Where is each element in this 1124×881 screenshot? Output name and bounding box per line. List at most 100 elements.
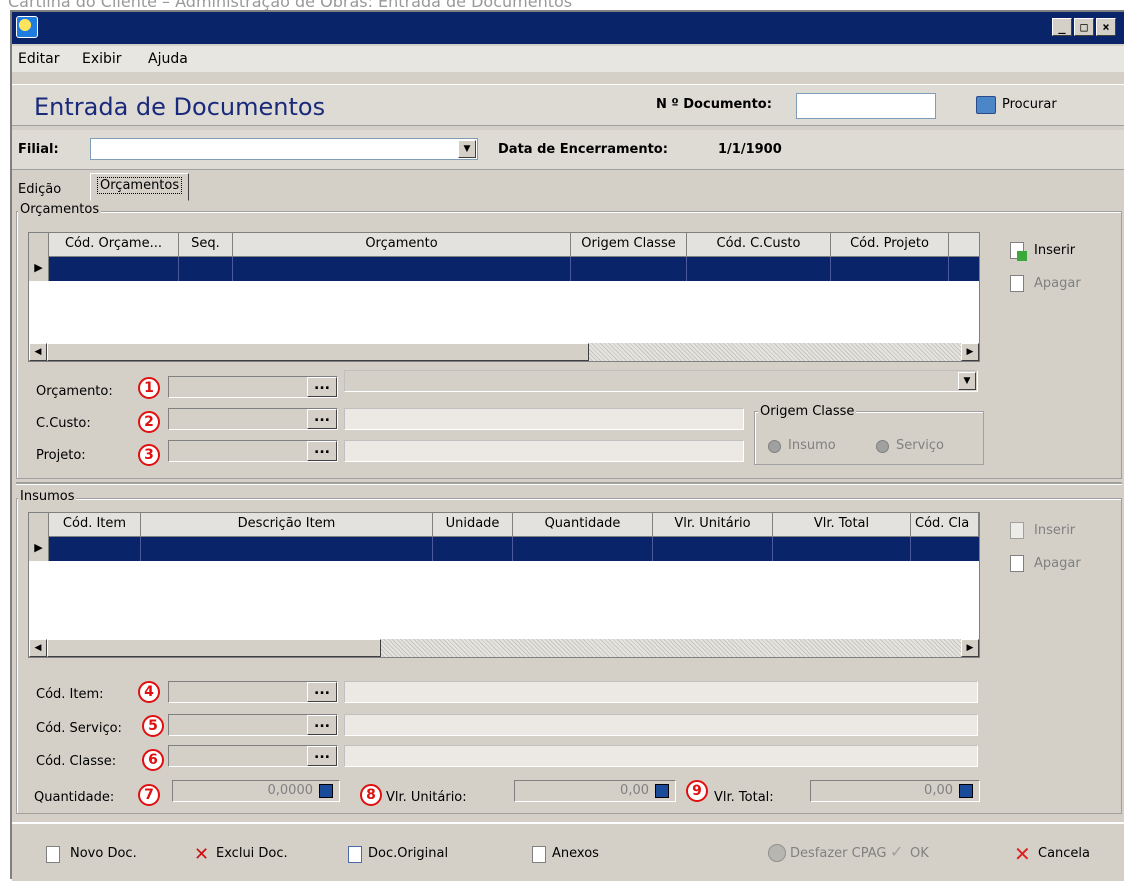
horizontal-scrollbar[interactable]: ◀ ▶	[29, 343, 979, 361]
table-cell[interactable]	[49, 537, 141, 561]
radio-servico[interactable]	[876, 440, 889, 453]
menu-ajuda[interactable]: Ajuda	[148, 51, 188, 67]
projeto-code-field[interactable]: ...	[168, 440, 338, 462]
radio-insumo[interactable]	[768, 440, 781, 453]
tab-orcamentos[interactable]: Orçamentos	[90, 173, 190, 201]
tab-edicao[interactable]: Edição	[12, 180, 67, 202]
table-cell[interactable]	[571, 257, 687, 281]
insumos-insert-button[interactable]: Inserir	[1034, 523, 1075, 538]
scroll-thumb[interactable]	[47, 343, 589, 361]
novo-doc-button[interactable]: Novo Doc.	[70, 846, 137, 861]
orcamentos-insert-button[interactable]: Inserir	[1034, 243, 1075, 258]
insumos-grid-header: Cód. Item Descrição Item Unidade Quantid…	[29, 513, 979, 537]
vlr-unitario-value: 0,00	[620, 783, 649, 798]
table-cell[interactable]	[773, 537, 911, 561]
lookup-button[interactable]: ...	[307, 409, 337, 429]
insumos-delete-button[interactable]: Apagar	[1034, 556, 1081, 571]
scroll-right-icon[interactable]: ▶	[961, 343, 979, 361]
orcamentos-grid[interactable]: Cód. Orçame... Seq. Orçamento Origem Cla…	[28, 232, 980, 362]
cancela-button[interactable]: Cancela	[1038, 846, 1090, 861]
lookup-button[interactable]: ...	[307, 377, 337, 397]
table-cell[interactable]	[49, 257, 179, 281]
anexos-button[interactable]: Anexos	[552, 846, 599, 861]
search-icon	[976, 96, 996, 114]
table-cell[interactable]	[513, 537, 653, 561]
col-cod-ccusto[interactable]: Cód. C.Custo	[687, 233, 831, 257]
calculator-icon[interactable]	[655, 784, 669, 798]
cod-item-field[interactable]: ...	[168, 681, 338, 703]
orcamento-select[interactable]: ▼	[344, 370, 978, 392]
new-doc-icon	[46, 846, 60, 863]
close-button[interactable]: ×	[1096, 18, 1116, 36]
col-cod-classe[interactable]: Cód. Cla	[911, 513, 979, 537]
footer-toolbar: Novo Doc. ✕ Exclui Doc. Doc.Original Ane…	[12, 822, 1124, 881]
col-orcamento[interactable]: Orçamento	[233, 233, 571, 257]
col-vlr-unitario[interactable]: Vlr. Unitário	[653, 513, 773, 537]
splitter[interactable]	[16, 482, 1122, 485]
table-cell[interactable]	[831, 257, 949, 281]
exclui-doc-button[interactable]: Exclui Doc.	[216, 846, 288, 861]
col-cod-item[interactable]: Cód. Item	[49, 513, 141, 537]
callout-badge: 8	[360, 784, 382, 806]
col-seq[interactable]: Seq.	[179, 233, 233, 257]
calculator-icon[interactable]	[959, 784, 973, 798]
filial-select[interactable]: ▼	[90, 138, 478, 160]
table-cell[interactable]	[653, 537, 773, 561]
table-cell[interactable]	[141, 537, 433, 561]
vlr-unitario-field[interactable]: 0,00	[514, 780, 676, 802]
col-cod-orcamento[interactable]: Cód. Orçame...	[49, 233, 179, 257]
maximize-button[interactable]: □	[1074, 18, 1094, 36]
doc-number-label: N º Documento:	[656, 97, 772, 112]
menu-editar[interactable]: Editar	[18, 51, 59, 67]
menu-exibir[interactable]: Exibir	[82, 51, 122, 67]
scroll-left-icon[interactable]: ◀	[29, 639, 47, 657]
table-row[interactable]: ▶	[29, 257, 979, 281]
search-button[interactable]: Procurar	[1002, 97, 1057, 112]
delete-icon: ✕	[194, 844, 210, 865]
ccusto-code-field[interactable]: ...	[168, 408, 338, 430]
callout-badge: 9	[686, 780, 708, 802]
col-descricao-item[interactable]: Descrição Item	[141, 513, 433, 537]
page-title: Entrada de Documentos	[34, 93, 326, 121]
quantidade-field[interactable]: 0,0000	[172, 780, 340, 802]
lookup-button[interactable]: ...	[307, 441, 337, 461]
insumos-grid[interactable]: Cód. Item Descrição Item Unidade Quantid…	[28, 512, 980, 658]
desfazer-cpag-button[interactable]: Desfazer CPAG	[790, 846, 886, 861]
lookup-button[interactable]: ...	[307, 746, 337, 766]
col-cod-projeto[interactable]: Cód. Projeto	[831, 233, 949, 257]
orcamentos-delete-button[interactable]: Apagar	[1034, 276, 1081, 291]
closing-date-label: Data de Encerramento:	[498, 142, 668, 157]
table-cell[interactable]	[687, 257, 831, 281]
cod-classe-field[interactable]: ...	[168, 745, 338, 767]
delete-doc-icon	[1010, 555, 1024, 572]
cod-servico-field[interactable]: ...	[168, 714, 338, 736]
table-cell[interactable]	[179, 257, 233, 281]
calculator-icon[interactable]	[319, 784, 333, 798]
col-quantidade[interactable]: Quantidade	[513, 513, 653, 537]
orcamento-code-field[interactable]: ...	[168, 376, 338, 398]
table-cell[interactable]	[433, 537, 513, 561]
delete-doc-icon	[1010, 275, 1024, 292]
minimize-button[interactable]: _	[1052, 18, 1072, 36]
vlr-total-field[interactable]: 0,00	[810, 780, 980, 802]
col-vlr-total[interactable]: Vlr. Total	[773, 513, 911, 537]
horizontal-scrollbar[interactable]: ◀ ▶	[29, 639, 979, 657]
lookup-button[interactable]: ...	[307, 715, 337, 735]
lookup-button[interactable]: ...	[307, 682, 337, 702]
scroll-thumb[interactable]	[47, 639, 381, 657]
chevron-down-icon[interactable]: ▼	[458, 140, 476, 158]
scroll-right-icon[interactable]: ▶	[961, 639, 979, 657]
ok-button[interactable]: OK	[910, 846, 929, 861]
col-unidade[interactable]: Unidade	[433, 513, 513, 537]
chevron-down-icon[interactable]: ▼	[958, 372, 976, 390]
callout-badge: 1	[138, 377, 160, 399]
table-cell[interactable]	[233, 257, 571, 281]
cod-classe-description	[344, 745, 978, 767]
table-row[interactable]: ▶	[29, 537, 979, 561]
scroll-left-icon[interactable]: ◀	[29, 343, 47, 361]
radio-servico-label: Serviço	[896, 438, 945, 453]
row-pointer-icon: ▶	[29, 537, 49, 561]
doc-number-input[interactable]	[796, 93, 936, 119]
col-origem-classe[interactable]: Origem Classe	[571, 233, 687, 257]
doc-original-button[interactable]: Doc.Original	[368, 846, 448, 861]
